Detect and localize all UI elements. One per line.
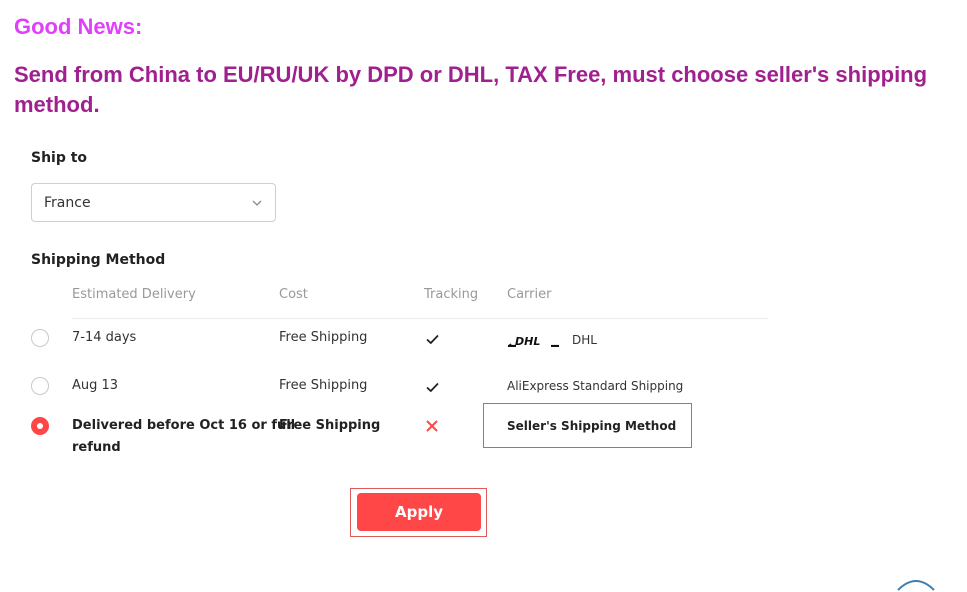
carrier-name: AliExpress Standard Shipping (507, 379, 684, 393)
ship-to-label: Ship to (31, 150, 88, 166)
column-header-carrier: Carrier (507, 287, 552, 302)
dhl-logo: DHL (508, 335, 559, 347)
column-header-tracking: Tracking (424, 287, 479, 302)
check-icon (426, 382, 439, 393)
estimated-delivery-continued: refund (72, 440, 121, 455)
check-icon (426, 334, 439, 345)
table-divider (72, 318, 768, 319)
apply-button[interactable]: Apply (357, 493, 481, 531)
shipping-option-radio[interactable] (31, 329, 49, 347)
chat-bubble-icon[interactable] (896, 572, 936, 592)
shipping-cost: Free Shipping (279, 418, 381, 433)
estimated-delivery: 7-14 days (72, 330, 137, 345)
carrier-name: DHL (572, 333, 597, 347)
estimated-delivery: Aug 13 (72, 378, 119, 393)
shipping-method-label: Shipping Method (31, 252, 166, 268)
carrier-highlight-frame (483, 403, 692, 448)
country-select[interactable]: France (31, 183, 276, 222)
shipping-option-radio[interactable] (31, 377, 49, 395)
selected-country: France (44, 195, 91, 211)
column-header-cost: Cost (279, 287, 308, 302)
shipping-option-radio-selected[interactable] (31, 417, 49, 435)
shipping-cost: Free Shipping (279, 330, 368, 345)
good-news-heading: Good News: (14, 14, 143, 39)
svg-text:DHL: DHL (515, 335, 540, 347)
chevron-down-icon (252, 200, 262, 206)
promo-headline: Send from China to EU/RU/UK by DPD or DH… (14, 62, 928, 117)
cross-icon (426, 420, 438, 432)
shipping-cost: Free Shipping (279, 378, 368, 393)
estimated-delivery: Delivered before Oct 16 or full (72, 418, 296, 433)
column-header-estimated-delivery: Estimated Delivery (72, 287, 196, 302)
